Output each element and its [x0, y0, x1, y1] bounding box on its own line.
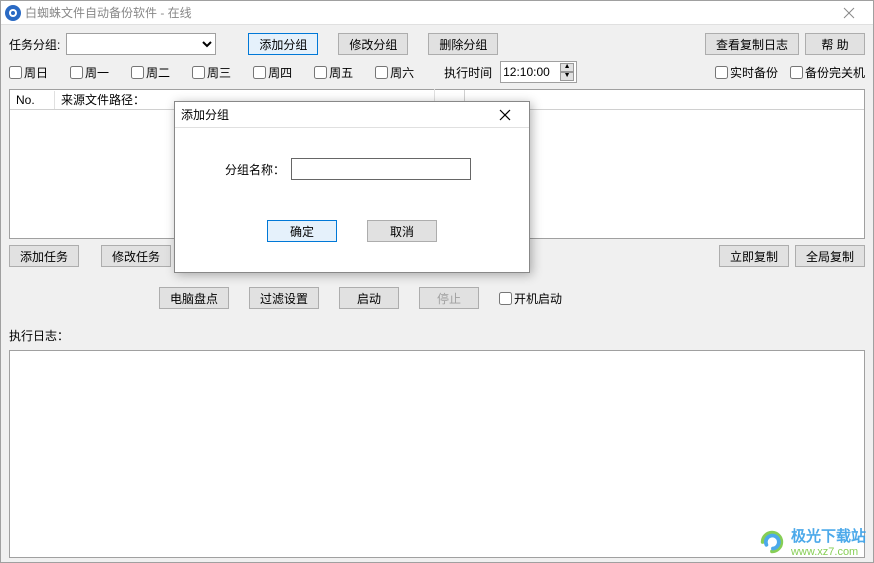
day-sun-checkbox[interactable]: 周日 [9, 64, 48, 81]
dialog-titlebar: 添加分组 [175, 102, 529, 128]
day-wed-checkbox[interactable]: 周三 [192, 64, 231, 81]
watermark-url: www.xz7.com [791, 546, 866, 558]
app-icon [5, 5, 21, 21]
day-mon-checkbox[interactable]: 周一 [70, 64, 109, 81]
col-no: No. [10, 91, 55, 109]
time-down-icon[interactable]: ▼ [560, 72, 574, 81]
exec-time-label: 执行时间 [444, 64, 492, 81]
close-icon[interactable] [829, 2, 869, 24]
days-toolbar: 周日 周一 周二 周三 周四 周五 周六 执行时间 ▲ ▼ 实时备份 备份完关机 [9, 61, 865, 83]
filter-button[interactable]: 过滤设置 [249, 287, 319, 309]
watermark-icon [757, 528, 787, 559]
modify-group-button[interactable]: 修改分组 [338, 33, 408, 55]
group-name-input[interactable] [291, 158, 471, 180]
log-label: 执行日志： [9, 327, 865, 344]
dialog-title: 添加分组 [181, 106, 229, 123]
task-group-select[interactable] [66, 33, 216, 55]
watermark: 极光下载站 www.xz7.com [757, 528, 866, 559]
modify-task-button[interactable]: 修改任务 [101, 245, 171, 267]
stop-button: 停止 [419, 287, 479, 309]
group-name-label: 分组名称： [225, 161, 285, 178]
autostart-checkbox[interactable]: 开机启动 [499, 290, 562, 307]
copy-now-button[interactable]: 立即复制 [719, 245, 789, 267]
exec-time-input[interactable]: ▲ ▼ [500, 61, 577, 83]
middle-buttons-row: 电脑盘点 过滤设置 启动 停止 开机启动 [9, 287, 865, 309]
dialog-body: 分组名称： 确定 取消 [175, 128, 529, 272]
day-thu-checkbox[interactable]: 周四 [253, 64, 292, 81]
task-group-label: 任务分组: [9, 36, 60, 53]
day-tue-checkbox[interactable]: 周二 [131, 64, 170, 81]
add-group-dialog: 添加分组 分组名称： 确定 取消 [174, 101, 530, 273]
dialog-close-button[interactable] [487, 103, 523, 127]
watermark-name: 极光下载站 [791, 529, 866, 546]
realtime-backup-checkbox[interactable]: 实时备份 [715, 64, 778, 81]
view-copy-log-button[interactable]: 查看复制日志 [705, 33, 799, 55]
main-window: 白蜘蛛文件自动备份软件 - 在线 任务分组: 添加分组 修改分组 删除分组 查看… [0, 0, 874, 563]
group-toolbar: 任务分组: 添加分组 修改分组 删除分组 查看复制日志 帮 助 [9, 33, 865, 55]
window-title: 白蜘蛛文件自动备份软件 - 在线 [25, 4, 192, 21]
dialog-cancel-button[interactable]: 取消 [367, 220, 437, 242]
time-up-icon[interactable]: ▲ [560, 63, 574, 72]
close-icon [499, 109, 511, 121]
titlebar: 白蜘蛛文件自动备份软件 - 在线 [1, 1, 873, 25]
day-sat-checkbox[interactable]: 周六 [375, 64, 414, 81]
shutdown-after-checkbox[interactable]: 备份完关机 [790, 64, 865, 81]
global-copy-button[interactable]: 全局复制 [795, 245, 865, 267]
dialog-ok-button[interactable]: 确定 [267, 220, 337, 242]
log-panel[interactable] [9, 350, 865, 558]
start-button[interactable]: 启动 [339, 287, 399, 309]
day-fri-checkbox[interactable]: 周五 [314, 64, 353, 81]
inventory-button[interactable]: 电脑盘点 [159, 287, 229, 309]
exec-time-field[interactable] [503, 65, 558, 79]
add-task-button[interactable]: 添加任务 [9, 245, 79, 267]
add-group-button[interactable]: 添加分组 [248, 33, 318, 55]
delete-group-button[interactable]: 删除分组 [428, 33, 498, 55]
help-button[interactable]: 帮 助 [805, 33, 865, 55]
